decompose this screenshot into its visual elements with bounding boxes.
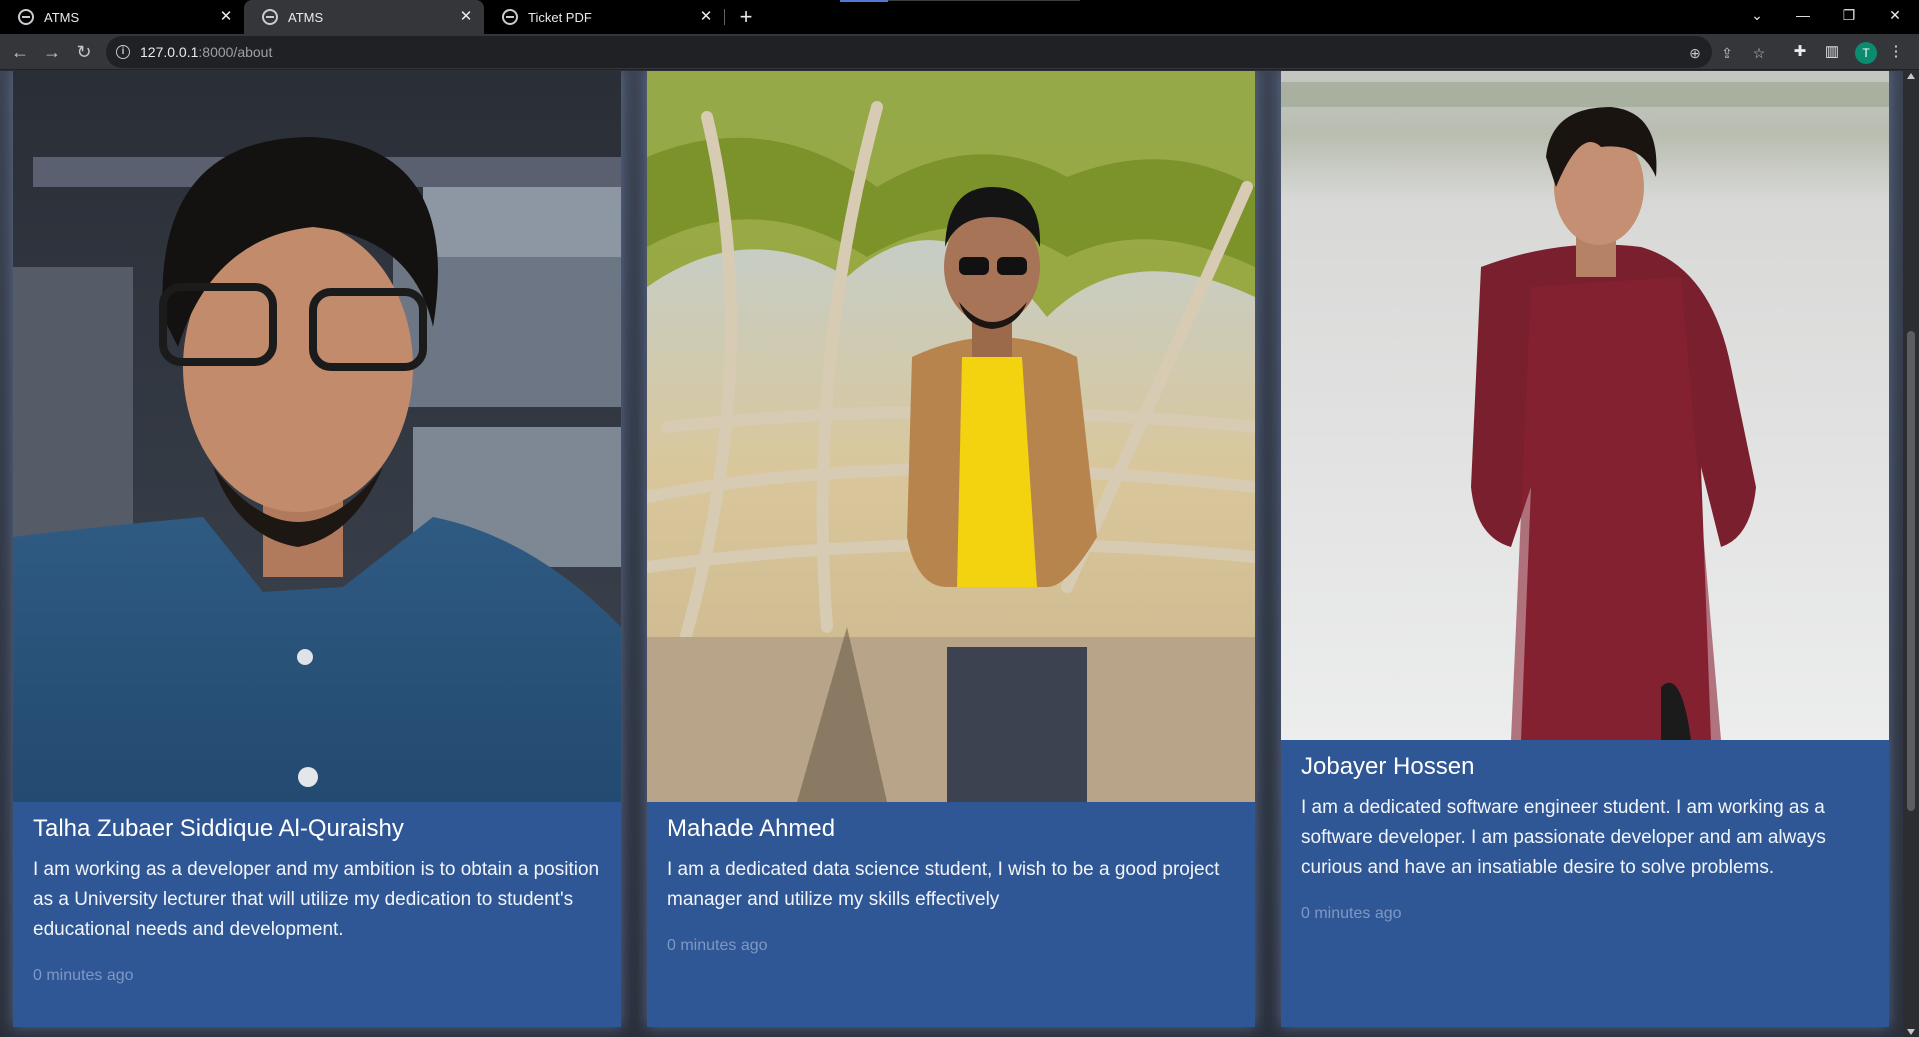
member-description: I am a dedicated software engineer stude…	[1301, 797, 1826, 878]
tab-title: Ticket PDF	[528, 9, 592, 25]
card-body: Talha Zubaer Siddique Al-Quraishy I am w…	[13, 815, 621, 985]
member-photo	[1281, 71, 1889, 740]
info-icon[interactable]: i	[116, 45, 130, 59]
zoom-icon[interactable]: ⊕	[1686, 44, 1704, 62]
member-name: Mahade Ahmed	[667, 815, 836, 842]
restore-icon[interactable]: ❐	[1830, 0, 1868, 30]
close-icon[interactable]: ✕	[1876, 0, 1914, 30]
portrait-image	[1281, 71, 1889, 740]
scroll-up-icon[interactable]	[1907, 73, 1915, 79]
team-card: Mahade Ahmed I am a dedicated data scien…	[647, 71, 1255, 1027]
url-host: 127.0.0.1	[140, 44, 199, 60]
address-bar[interactable]: i 127.0.0.1:8000/about ⊕ ⇪ ☆	[106, 36, 1765, 68]
menu-icon[interactable]: ⋮	[1886, 42, 1906, 62]
loading-track	[888, 0, 1080, 1]
member-name: Talha Zubaer Siddique Al-Quraishy	[33, 815, 404, 842]
tab-title: ATMS	[44, 9, 80, 25]
tab-ticket-pdf[interactable]: Ticket PDF ✕	[484, 0, 724, 34]
tab-atms-2[interactable]: ATMS ✕	[244, 0, 484, 34]
card-body: Jobayer Hossen I am a dedicated software…	[1281, 753, 1889, 923]
timestamp: 0 minutes ago	[1301, 905, 1402, 922]
tab-search-icon[interactable]: ⌄	[1738, 0, 1776, 30]
reload-icon[interactable]: ↻	[72, 40, 96, 64]
team-card: Jobayer Hossen I am a dedicated software…	[1281, 71, 1889, 1027]
tab-close-icon[interactable]: ✕	[218, 9, 234, 25]
member-description: I am working as a developer and my ambit…	[33, 859, 600, 940]
globe-icon	[18, 9, 34, 25]
side-panel-icon[interactable]: ▥	[1822, 42, 1842, 62]
tab-title: ATMS	[288, 9, 324, 25]
new-tab-button[interactable]: +	[734, 5, 758, 29]
star-icon[interactable]: ☆	[1750, 44, 1768, 62]
team-card: Talha Zubaer Siddique Al-Quraishy I am w…	[13, 71, 621, 1027]
tab-close-icon[interactable]: ✕	[698, 9, 714, 25]
member-photo	[647, 71, 1255, 802]
browser-toolbar: ← → ↻ i 127.0.0.1:8000/about ⊕ ⇪ ☆ ✚ ▥ T…	[0, 34, 1919, 70]
share-icon[interactable]: ⇪	[1718, 44, 1736, 62]
timestamp: 0 minutes ago	[667, 937, 768, 954]
timestamp: 0 minutes ago	[33, 967, 134, 984]
globe-icon	[262, 9, 278, 25]
member-name: Jobayer Hossen	[1301, 753, 1475, 780]
avatar[interactable]: T	[1855, 42, 1877, 64]
tab-strip: ATMS ✕ ATMS ✕ Ticket PDF ✕ + ⌄ — ❐ ✕	[0, 0, 1919, 34]
scrollbar-thumb[interactable]	[1907, 331, 1915, 811]
url-path: :8000/about	[198, 44, 273, 60]
minimize-icon[interactable]: —	[1784, 0, 1822, 30]
member-photo	[13, 71, 621, 802]
tab-close-icon[interactable]: ✕	[458, 9, 474, 25]
portrait-image	[13, 71, 621, 802]
card-body: Mahade Ahmed I am a dedicated data scien…	[647, 815, 1255, 955]
extensions-icon[interactable]: ✚	[1790, 42, 1810, 62]
globe-icon	[502, 9, 518, 25]
scroll-down-icon[interactable]	[1907, 1029, 1915, 1035]
forward-icon[interactable]: →	[40, 40, 64, 64]
loading-indicator	[840, 0, 888, 2]
about-page: Talha Zubaer Siddique Al-Quraishy I am w…	[0, 71, 1903, 1037]
member-description: I am a dedicated data science student, I…	[667, 859, 1220, 910]
url-text[interactable]: 127.0.0.1:8000/about	[140, 44, 272, 60]
tab-atms-1[interactable]: ATMS ✕	[0, 0, 244, 34]
back-icon[interactable]: ←	[8, 40, 32, 64]
portrait-image	[647, 71, 1255, 802]
page-scrollbar[interactable]	[1903, 71, 1919, 1037]
tab-divider	[724, 9, 725, 25]
